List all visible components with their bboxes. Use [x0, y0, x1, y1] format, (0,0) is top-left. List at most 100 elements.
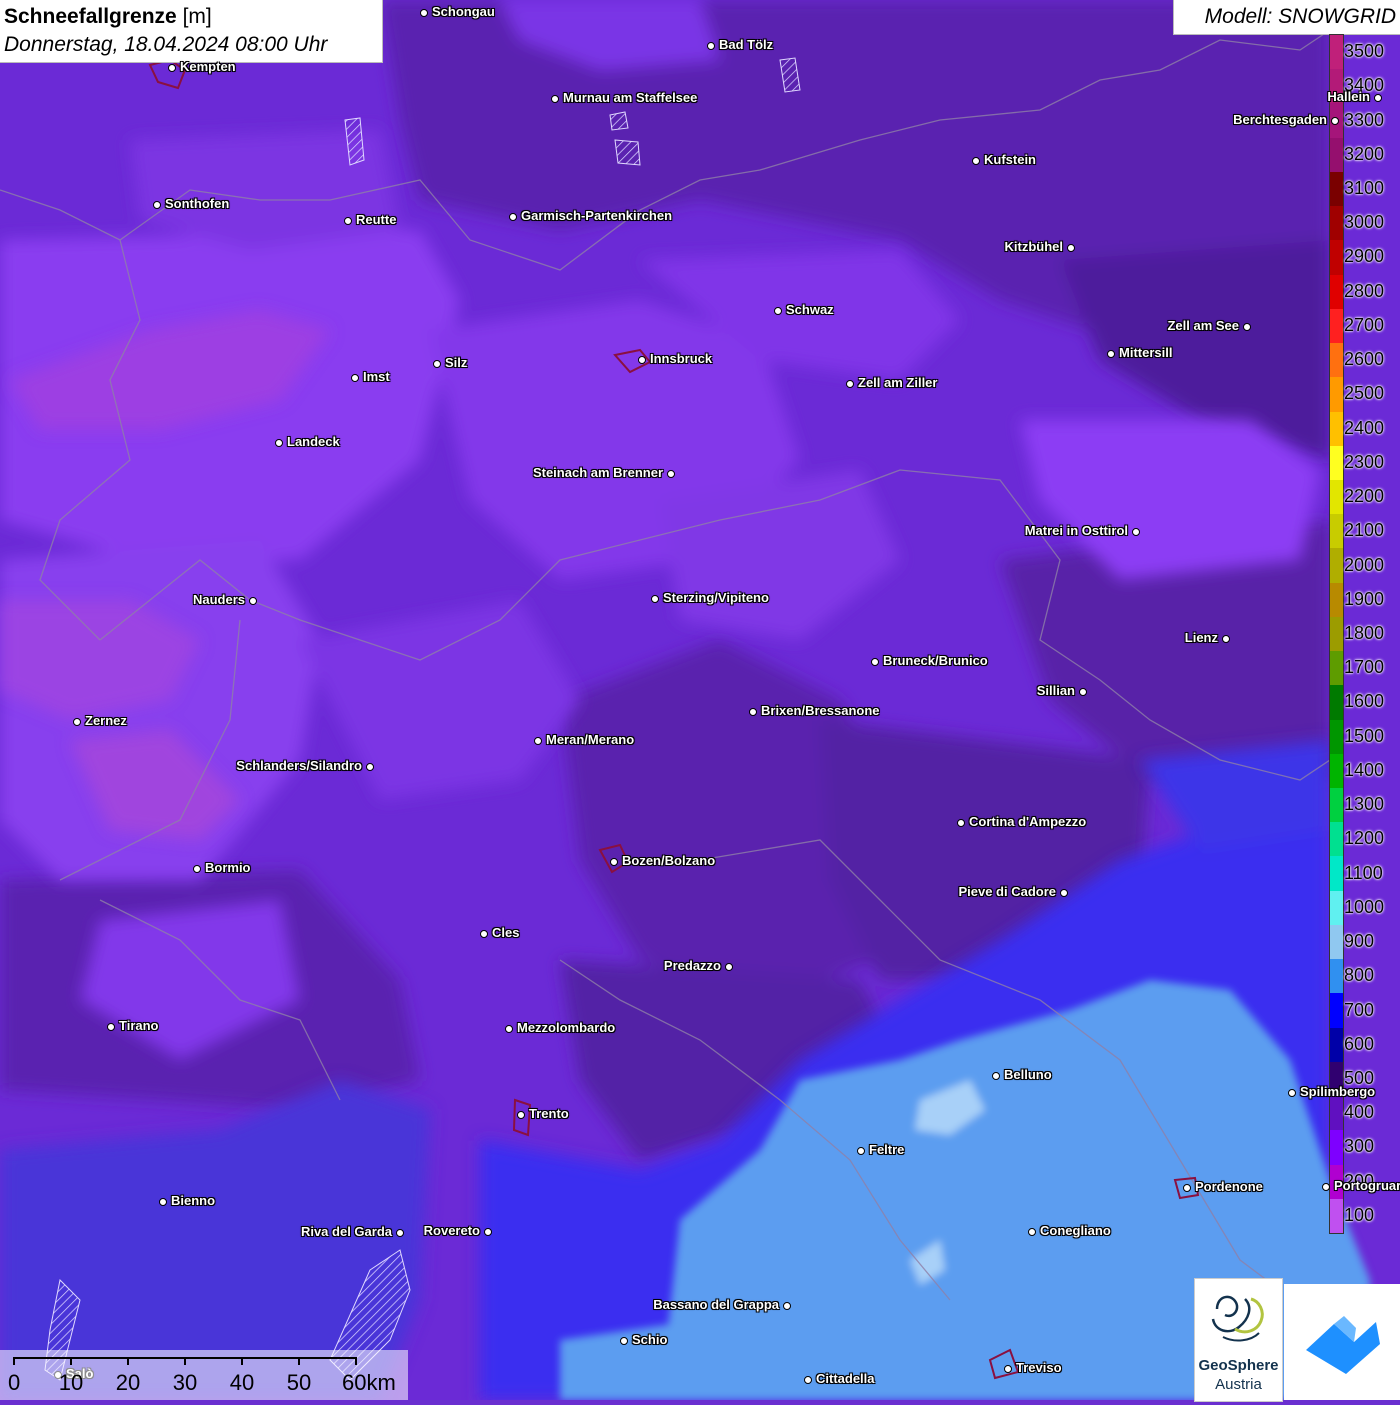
legend-swatch	[1330, 651, 1343, 686]
scale-label: 10	[58, 1370, 84, 1395]
map-title-text: Schneefallgrenze	[4, 5, 177, 28]
geosphere-austria-logo: GeoSphere Austria	[1194, 1278, 1283, 1402]
city-label: Lienz	[1184, 630, 1218, 645]
city-marker	[971, 156, 980, 165]
legend-swatch	[1330, 959, 1343, 994]
city-label: Cittadella	[816, 1371, 875, 1386]
color-legend	[1329, 34, 1344, 1234]
city-marker	[619, 1336, 628, 1345]
city-label: Rovereto	[423, 1223, 480, 1238]
legend-label: 3300	[1344, 109, 1385, 130]
city-marker	[395, 1228, 404, 1237]
city-label: Meran/Merano	[546, 732, 635, 747]
city-label: Nauders	[192, 592, 245, 607]
legend-swatch	[1330, 685, 1343, 721]
legend-swatch	[1330, 137, 1343, 173]
city-marker	[637, 355, 646, 364]
city-marker	[870, 657, 879, 666]
legend-label: 2200	[1344, 486, 1385, 507]
city-marker	[609, 857, 618, 866]
legend-swatch	[1330, 240, 1343, 276]
scale-label: 60km	[342, 1370, 396, 1395]
city-marker	[350, 373, 359, 382]
city-label: Feltre	[869, 1142, 905, 1157]
scale-tick	[298, 1357, 300, 1365]
city-label: Trento	[529, 1106, 569, 1121]
city-label: Bienno	[171, 1193, 216, 1208]
city-marker	[1078, 687, 1087, 696]
city-label: Landeck	[287, 434, 340, 449]
legend-swatch	[1330, 411, 1343, 447]
city-label: Bruneck/Brunico	[883, 653, 988, 668]
legend-label: 1400	[1344, 759, 1385, 780]
city-marker	[1221, 634, 1230, 643]
scale-label: 30	[172, 1370, 198, 1395]
city-marker	[167, 63, 176, 72]
legend-label: 1900	[1344, 588, 1385, 609]
legend-label: 2300	[1344, 451, 1385, 472]
legend-label: 3200	[1344, 143, 1385, 164]
city-marker	[343, 216, 352, 225]
legend-swatch	[1330, 856, 1343, 892]
city-marker	[748, 707, 757, 716]
map-title-box: Schneefallgrenze [m] Donnerstag, 18.04.2…	[0, 0, 383, 63]
city-marker	[365, 762, 374, 771]
city-label: Cles	[492, 925, 520, 940]
city-marker	[516, 1110, 525, 1119]
city-label: Brixen/Bressanone	[761, 703, 880, 718]
city-marker	[508, 212, 517, 221]
city-label: Schlanders/Silandro	[236, 758, 362, 773]
city-label: Kufstein	[984, 152, 1036, 167]
city-label: Schio	[632, 1332, 668, 1347]
city-marker	[1066, 243, 1075, 252]
city-label: Reutte	[356, 212, 397, 227]
city-marker	[432, 359, 441, 368]
scale-tick	[70, 1357, 72, 1365]
legend-label: 400	[1344, 1102, 1375, 1123]
city-marker	[1027, 1227, 1036, 1236]
scale-label: 20	[115, 1370, 141, 1395]
city-label: Tirano	[119, 1018, 159, 1033]
legend-label: 2000	[1344, 554, 1385, 575]
legend-label: 3100	[1344, 178, 1385, 199]
legend-label: 1700	[1344, 657, 1385, 678]
city-label: Schwaz	[786, 302, 834, 317]
legend-label: 600	[1344, 1033, 1375, 1054]
city-marker	[248, 596, 257, 605]
city-label: Imst	[363, 369, 390, 384]
legend-swatch	[1330, 1027, 1343, 1063]
legend-swatch	[1330, 343, 1343, 378]
map-title: Schneefallgrenze [m]	[4, 5, 212, 29]
city-label: Bad Tölz	[719, 37, 774, 52]
legend-label: 2600	[1344, 349, 1385, 370]
city-label: Hallein	[1327, 89, 1370, 104]
legend-swatch	[1330, 1130, 1343, 1166]
city-marker	[1287, 1088, 1296, 1097]
city-marker	[1131, 527, 1140, 536]
legend-label: 2900	[1344, 246, 1385, 267]
city-marker	[1106, 349, 1115, 358]
city-marker	[1330, 116, 1339, 125]
city-marker	[152, 200, 161, 209]
city-label: Berchtesgaden	[1233, 112, 1327, 127]
legend-swatch	[1330, 924, 1343, 960]
city-label: Sillian	[1036, 683, 1075, 698]
legend-label: 2400	[1344, 417, 1385, 438]
scale-tick	[241, 1357, 243, 1365]
legend-swatch	[1330, 1198, 1343, 1234]
city-label: Zernez	[85, 713, 127, 728]
city-marker	[72, 717, 81, 726]
city-marker	[533, 736, 542, 745]
legend-swatch	[1330, 274, 1343, 310]
city-marker	[1242, 322, 1251, 331]
legend-swatch	[1330, 719, 1343, 755]
scale-label: 50	[286, 1370, 312, 1395]
city-marker	[504, 1024, 513, 1033]
city-label: Innsbruck	[650, 351, 713, 366]
city-marker	[1003, 1364, 1012, 1373]
legend-label: 100	[1344, 1204, 1375, 1225]
map-title-unit: [m]	[182, 5, 212, 28]
legend-label: 1000	[1344, 896, 1385, 917]
city-marker	[803, 1375, 812, 1384]
city-label: Bozen/Bolzano	[622, 853, 716, 868]
